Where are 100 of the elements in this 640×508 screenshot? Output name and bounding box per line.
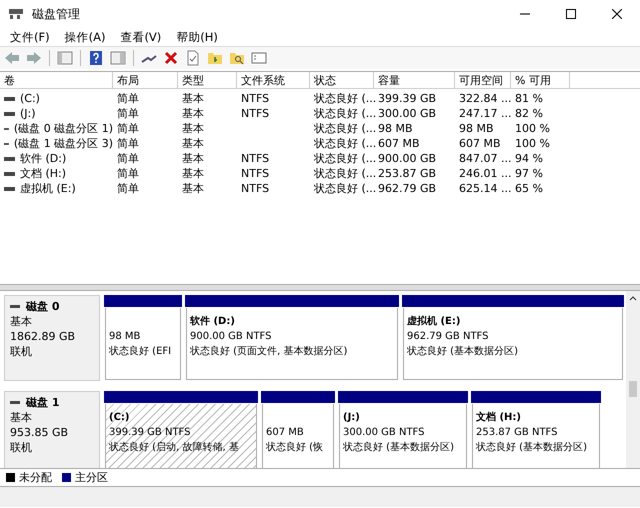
table-cell: 98 MB xyxy=(378,121,413,136)
minimize-icon xyxy=(520,13,530,15)
partition-status: 状态良好 (页面文件, 基本数据分区) xyxy=(190,344,348,359)
back-arrow-icon[interactable] xyxy=(4,50,20,66)
table-cell: (磁盘 1 磁盘分区 3) xyxy=(14,136,113,151)
disk-status: 联机 xyxy=(10,440,33,455)
table-cell: 状态良好 (... xyxy=(314,181,376,196)
table-cell: 399.39 GB xyxy=(378,91,436,106)
table-cell: 962.79 GB xyxy=(378,181,436,196)
disk-size: 953.85 GB xyxy=(10,425,70,440)
table-cell: 基本 xyxy=(182,181,204,196)
partition-status: 状态良好 (EFI xyxy=(109,344,172,359)
drive-icon xyxy=(4,112,15,116)
help-icon[interactable] xyxy=(88,50,104,66)
table-cell: NTFS xyxy=(241,166,270,181)
table-cell: 300.00 GB xyxy=(378,106,436,121)
table-cell: 100 % xyxy=(515,121,550,136)
column-header[interactable]: 状态 xyxy=(310,72,374,89)
table-cell: 81 % xyxy=(515,91,543,106)
partition-name: 文档 (H:) xyxy=(476,410,521,425)
table-cell: 100 % xyxy=(515,136,550,151)
panel-icon[interactable] xyxy=(57,50,73,66)
window-icon[interactable] xyxy=(251,50,267,66)
drive-icon xyxy=(4,126,9,130)
partition-size: 253.87 GB NTFS xyxy=(476,426,558,440)
window-title: 磁盘管理 xyxy=(32,6,81,22)
document-check-icon[interactable] xyxy=(185,50,201,66)
maximize-icon xyxy=(566,9,576,19)
table-cell: 基本 xyxy=(182,121,204,136)
table-cell: 82 % xyxy=(515,106,543,121)
table-cell: 状态良好 (... xyxy=(314,136,376,151)
column-header[interactable]: 类型 xyxy=(178,72,237,89)
table-cell: NTFS xyxy=(241,181,270,196)
column-header[interactable]: 卷 xyxy=(0,72,113,89)
table-cell: 软件 (D:) xyxy=(20,151,66,166)
legend-label: 未分配 xyxy=(19,470,52,484)
column-header[interactable]: 布局 xyxy=(113,72,178,89)
table-cell: 98 MB xyxy=(459,121,494,136)
partition-status: 状态良好 (基本数据分区) xyxy=(407,344,518,359)
table-cell: 文档 (H:) xyxy=(20,166,66,181)
menu-item[interactable]: 文件(F) xyxy=(4,30,59,44)
table-cell: 简单 xyxy=(117,181,139,196)
table-cell: 322.84 ... xyxy=(459,91,512,106)
table-cell: 基本 xyxy=(182,136,204,151)
table-cell: 简单 xyxy=(117,121,139,136)
table-cell: 基本 xyxy=(182,106,204,121)
scrollbar-thumb[interactable] xyxy=(629,381,637,397)
partition-size: 962.79 GB NTFS xyxy=(407,330,488,344)
delete-icon[interactable] xyxy=(163,50,179,66)
scrollbar[interactable] xyxy=(626,291,640,468)
partition-status: 状态良好 (基本数据分区) xyxy=(476,440,587,455)
column-header[interactable]: 容量 xyxy=(374,72,455,89)
disk-label-panel[interactable]: 磁盘 1 基本 953.85 GB 联机 xyxy=(4,391,100,468)
caret-up-icon[interactable] xyxy=(629,295,637,301)
table-cell: NTFS xyxy=(241,91,270,106)
table-cell: 基本 xyxy=(182,166,204,181)
table-cell: 简单 xyxy=(117,106,139,121)
table-cell: 94 % xyxy=(515,151,543,166)
table-cell: NTFS xyxy=(241,151,270,166)
table-cell: 900.00 GB xyxy=(378,151,436,166)
partition-status: 状态良好 (基本数据分区) xyxy=(343,440,454,455)
table-cell: 状态良好 (... xyxy=(314,106,376,121)
disk-type: 基本 xyxy=(10,410,33,425)
partition-size: 98 MB xyxy=(109,330,140,344)
partition-status: 状态良好 (恢 xyxy=(266,440,324,455)
panel-icon[interactable] xyxy=(110,50,126,66)
disk-label-panel[interactable]: 磁盘 0 基本 1862.89 GB 联机 xyxy=(4,295,100,381)
partition-name: 软件 (D:) xyxy=(190,314,235,329)
column-header[interactable]: % 可用 xyxy=(511,72,570,89)
close-icon xyxy=(612,9,622,19)
folder-key-icon[interactable] xyxy=(207,50,223,66)
menu-item[interactable]: 帮助(H) xyxy=(170,30,227,44)
table-cell: 简单 xyxy=(117,136,139,151)
menu-item[interactable]: 操作(A) xyxy=(58,30,114,44)
table-cell: 基本 xyxy=(182,151,204,166)
disk-name: 磁盘 0 xyxy=(26,299,60,314)
table-cell: 虚拟机 (E:) xyxy=(20,181,76,196)
partition-name: (C:) xyxy=(109,411,130,425)
disk-status: 联机 xyxy=(10,344,33,359)
partition-name: (J:) xyxy=(343,411,360,425)
drive-icon xyxy=(4,172,15,176)
table-cell: 状态良好 (... xyxy=(314,91,376,106)
partition-name: 虚拟机 (E:) xyxy=(407,314,460,329)
table-cell: (磁盘 0 磁盘分区 1) xyxy=(14,121,113,136)
table-cell: NTFS xyxy=(241,106,270,121)
partition-size: 900.00 GB NTFS xyxy=(190,330,272,344)
table-cell: (C:) xyxy=(20,91,40,106)
drive-icon xyxy=(4,156,15,160)
table-cell: 247.17 ... xyxy=(459,106,512,121)
table-cell: 607 MB xyxy=(459,136,501,151)
menu-item[interactable]: 查看(V) xyxy=(114,30,170,44)
partition-status: 状态良好 (启动, 故障转储, 基 xyxy=(109,440,239,455)
column-header[interactable]: 文件系统 xyxy=(237,72,310,89)
table-cell: 状态良好 (... xyxy=(314,166,376,181)
table-cell: 246.01 ... xyxy=(459,166,512,181)
partition-size: 300.00 GB NTFS xyxy=(343,426,424,440)
forward-arrow-icon[interactable] xyxy=(26,50,42,66)
column-header[interactable]: 可用空间 xyxy=(455,72,511,89)
disk-type: 基本 xyxy=(10,314,33,329)
folder-search-icon[interactable] xyxy=(229,50,245,66)
